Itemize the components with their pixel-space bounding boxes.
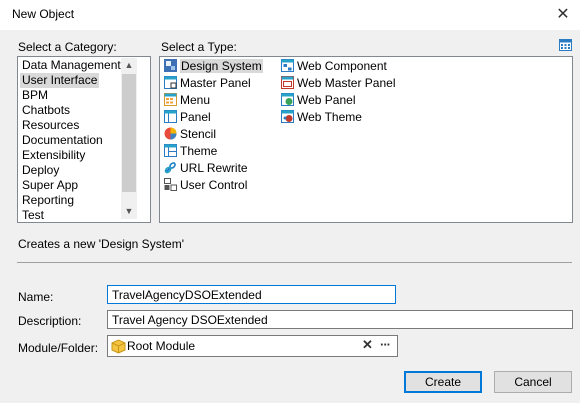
- scroll-down-icon[interactable]: ▼: [121, 204, 137, 219]
- category-item-deploy[interactable]: Deploy: [22, 163, 59, 178]
- type-item-label: Web Panel: [297, 93, 356, 107]
- type-item-label: Master Panel: [180, 76, 251, 90]
- category-item-resources[interactable]: Resources: [22, 118, 79, 133]
- type-item-theme[interactable]: Theme: [164, 143, 217, 160]
- close-icon[interactable]: ✕: [555, 4, 571, 24]
- type-description: Creates a new 'Design System': [18, 237, 184, 251]
- type-item-label: Web Theme: [297, 110, 362, 124]
- type-item-label: Theme: [180, 144, 218, 158]
- theme-icon: [164, 144, 177, 158]
- scrollbar-thumb[interactable]: [122, 74, 136, 192]
- type-item-label: Stencil: [180, 127, 217, 141]
- scroll-up-icon[interactable]: ▲: [121, 58, 137, 73]
- module-folder-value: Root Module: [127, 339, 196, 353]
- type-item-label: User Control: [180, 178, 248, 192]
- category-item-test[interactable]: Test: [22, 208, 44, 223]
- options-icon[interactable]: [559, 39, 572, 51]
- web-theme-icon: [281, 110, 294, 124]
- type-item-web-theme[interactable]: Web Theme: [281, 109, 362, 126]
- panel-icon: [164, 110, 177, 124]
- category-list[interactable]: Data Management User Interface BPM Chatb…: [17, 56, 151, 223]
- browse-icon[interactable]: ···: [380, 338, 391, 351]
- type-item-label: Menu: [180, 93, 211, 107]
- name-label: Name:: [18, 290, 54, 304]
- description-input[interactable]: [107, 310, 573, 329]
- user-control-icon: [164, 178, 177, 192]
- category-scrollbar[interactable]: ▲ ▼: [121, 58, 137, 219]
- type-item-master-panel[interactable]: Master Panel: [164, 75, 251, 92]
- category-item-super-app[interactable]: Super App: [22, 178, 78, 193]
- type-item-label: Panel: [180, 110, 211, 124]
- category-label: Select a Category:: [18, 40, 117, 54]
- cancel-button[interactable]: Cancel: [494, 371, 572, 393]
- separator: [17, 262, 572, 263]
- master-panel-icon: [164, 76, 177, 90]
- type-item-label: Web Component: [297, 59, 387, 73]
- category-item-documentation[interactable]: Documentation: [22, 133, 103, 148]
- name-input[interactable]: [107, 285, 396, 304]
- type-item-user-control[interactable]: User Control: [164, 177, 247, 194]
- type-item-url-rewrite[interactable]: URL Rewrite: [164, 160, 248, 177]
- type-item-web-component[interactable]: Web Component: [281, 58, 387, 75]
- type-item-panel[interactable]: Panel: [164, 109, 211, 126]
- type-item-stencil[interactable]: Stencil: [164, 126, 216, 143]
- type-item-label: Design System: [180, 59, 263, 73]
- design-system-icon: [164, 59, 177, 73]
- type-item-label: Web Master Panel: [297, 76, 396, 90]
- type-item-web-master-panel[interactable]: Web Master Panel: [281, 75, 396, 92]
- url-rewrite-icon: [164, 162, 176, 174]
- menu-icon: [164, 93, 177, 107]
- web-component-icon: [281, 59, 294, 73]
- category-item-bpm[interactable]: BPM: [22, 88, 48, 103]
- category-item-reporting[interactable]: Reporting: [22, 193, 74, 208]
- module-folder-field[interactable]: Root Module ✕ ···: [107, 335, 398, 357]
- type-list[interactable]: Design System Master Panel Menu Panel St…: [159, 56, 573, 223]
- category-item-user-interface[interactable]: User Interface: [20, 73, 100, 88]
- category-item-data-management[interactable]: Data Management: [22, 58, 121, 73]
- title-bar: [0, 0, 580, 30]
- type-item-web-panel[interactable]: Web Panel: [281, 92, 355, 109]
- create-button[interactable]: Create: [404, 371, 482, 393]
- module-icon: [111, 339, 126, 354]
- dialog-title: New Object: [12, 7, 75, 21]
- type-item-label: URL Rewrite: [180, 161, 248, 175]
- stencil-icon: [164, 127, 177, 140]
- web-panel-icon: [281, 93, 294, 107]
- type-item-design-system[interactable]: Design System: [164, 58, 263, 75]
- module-folder-label: Module/Folder:: [18, 341, 99, 355]
- type-label: Select a Type:: [161, 40, 237, 54]
- type-item-menu[interactable]: Menu: [164, 92, 210, 109]
- description-label: Description:: [18, 314, 82, 328]
- web-master-panel-icon: [281, 76, 294, 90]
- category-item-chatbots[interactable]: Chatbots: [22, 103, 70, 118]
- category-item-extensibility[interactable]: Extensibility: [22, 148, 85, 163]
- clear-icon[interactable]: ✕: [362, 338, 373, 351]
